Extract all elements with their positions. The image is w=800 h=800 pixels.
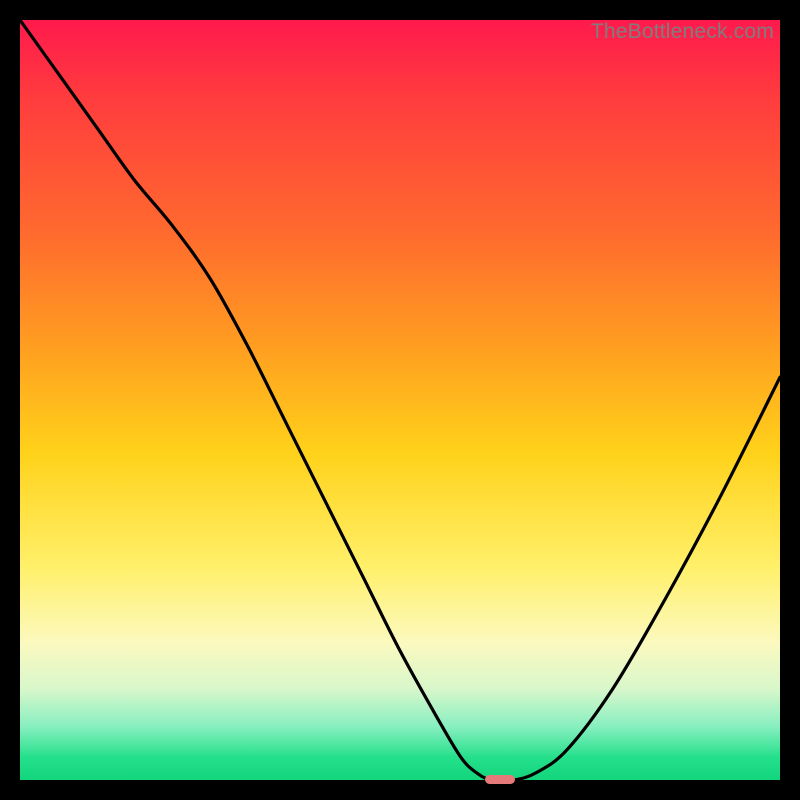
optimum-marker — [485, 775, 515, 784]
plot-area: TheBottleneck.com — [20, 20, 780, 780]
bottleneck-curve — [20, 20, 780, 780]
chart-frame: TheBottleneck.com — [0, 0, 800, 800]
curve-path — [20, 20, 780, 780]
